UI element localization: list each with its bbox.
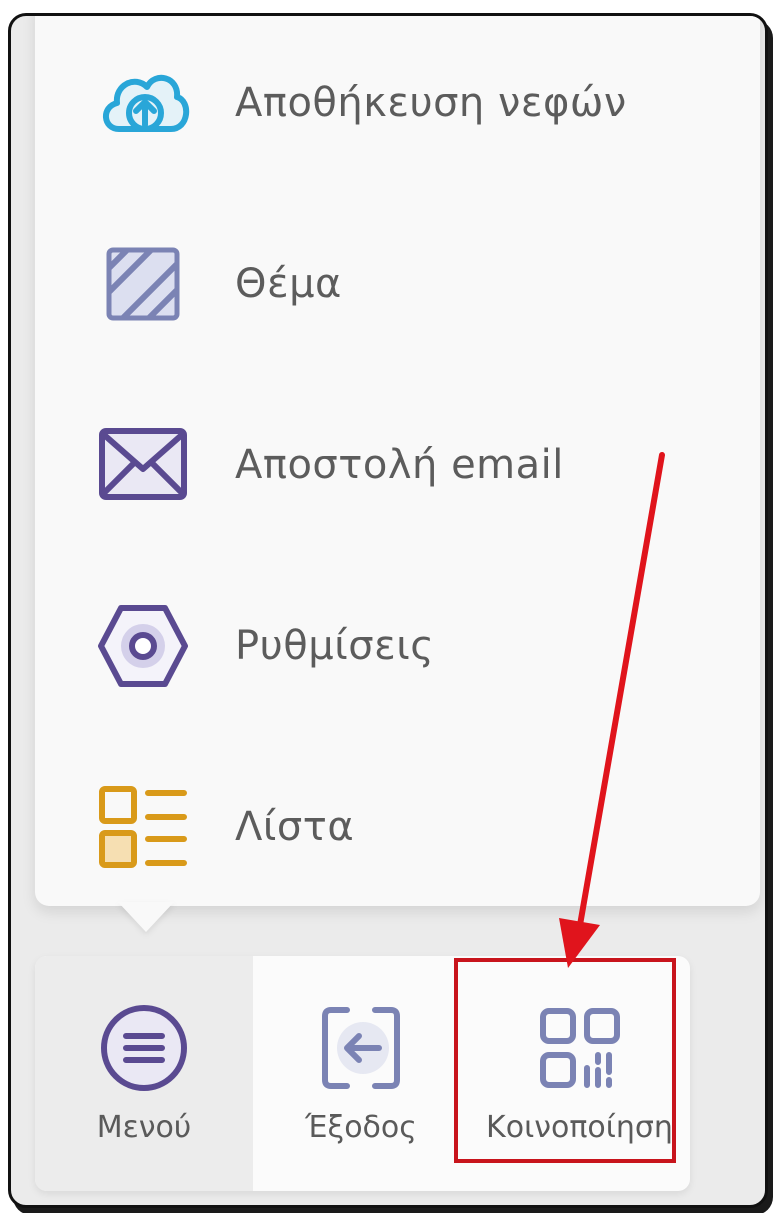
menu-item-label: Αποστολή email (235, 442, 564, 488)
tab-label: Μενού (96, 1110, 192, 1145)
hexagon-settings-icon (93, 596, 193, 696)
menu-item-label: Ρυθμίσεις (235, 623, 435, 669)
tab-label: Έξοδος (305, 1110, 417, 1145)
menu-item-label: Λίστα (235, 804, 355, 850)
menu-item-label: Αποθήκευση νεφών (235, 80, 627, 126)
exit-arrow-icon (311, 998, 411, 1098)
popup-menu: Αποθήκευση νεφών Θέμα Αποστολή email Ρυθ… (35, 16, 760, 906)
envelope-icon (93, 415, 193, 515)
annotation-highlight-box (454, 958, 676, 1163)
tab-exit[interactable]: Έξοδος (253, 956, 469, 1191)
popup-pointer (118, 902, 174, 932)
menu-lines-icon (94, 998, 194, 1098)
theme-hatch-icon (93, 234, 193, 334)
cloud-upload-icon (93, 53, 193, 153)
menu-item-send-email[interactable]: Αποστολή email (35, 390, 760, 540)
list-icon (93, 777, 193, 877)
tab-menu[interactable]: Μενού (35, 956, 253, 1191)
menu-item-settings[interactable]: Ρυθμίσεις (35, 571, 760, 721)
menu-item-label: Θέμα (235, 261, 342, 307)
menu-item-list[interactable]: Λίστα (35, 752, 760, 902)
menu-item-theme[interactable]: Θέμα (35, 209, 760, 359)
menu-item-cloud-storage[interactable]: Αποθήκευση νεφών (35, 28, 760, 178)
